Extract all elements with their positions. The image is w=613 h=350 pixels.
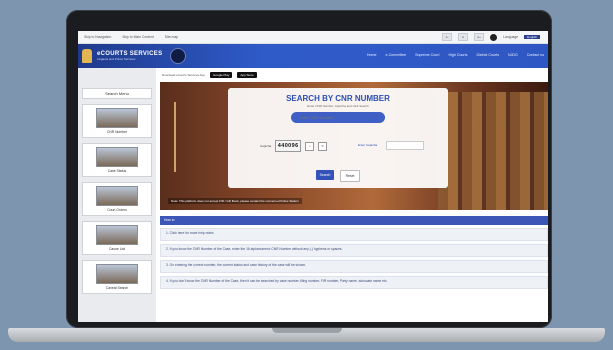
nav-district-courts[interactable]: District Courts	[476, 53, 499, 57]
captcha-image: 440096	[275, 140, 302, 152]
nav-high-courts[interactable]: High Courts	[448, 53, 467, 57]
magnifier-icon	[96, 264, 138, 284]
utility-bar: Skip to Navigation Skip to Main Content …	[78, 31, 548, 44]
main-nav: Home e-Committee Supreme Court High Cour…	[367, 53, 544, 57]
skip-nav-link[interactable]: Skip to Navigation	[84, 35, 111, 39]
nav-contact[interactable]: Contact us	[527, 53, 544, 57]
court-building-icon	[96, 225, 138, 245]
court-building-icon	[96, 147, 138, 167]
sidebar-item-case-status[interactable]: Case Status	[82, 143, 152, 177]
search-menu-sidebar: Search Menu CNR Number Case Status Court…	[78, 68, 156, 322]
sidebar-item-caveat-search[interactable]: Caveat Search	[82, 260, 152, 294]
app-download-bar: Download eCourts Services App Google Pla…	[160, 68, 548, 82]
nav-home[interactable]: Home	[367, 53, 377, 57]
main-content: Download eCourts Services App Google Pla…	[160, 68, 548, 322]
sidebar-item-label: Case Status	[107, 169, 127, 173]
app-store-button[interactable]: App Store	[237, 72, 257, 78]
courtroom-icon	[96, 186, 138, 206]
utility-links: Skip to Navigation Skip to Main Content …	[84, 35, 188, 39]
sidebar-item-label: Cause List	[108, 247, 126, 251]
sidebar-item-label: Caveat Search	[105, 286, 129, 290]
ecourts-seal-icon	[170, 48, 187, 64]
search-button[interactable]: Search	[316, 170, 334, 180]
national-emblem-icon	[82, 49, 92, 63]
skip-content-link[interactable]: Skip to Main Content	[122, 35, 153, 39]
sidebar-item-court-orders[interactable]: Court Orders	[82, 182, 152, 216]
utility-controls: A- A A+ Language English	[442, 33, 540, 41]
reset-button[interactable]: Reset	[340, 170, 360, 182]
laptop-screen: Skip to Navigation Skip to Main Content …	[78, 31, 548, 322]
cnr-number-input[interactable]	[291, 112, 385, 123]
search-heading: SEARCH BY CNR NUMBER	[286, 94, 390, 103]
laptop-notch	[272, 328, 342, 333]
sidebar-item-cnr-number[interactable]: CNR Number	[82, 104, 152, 138]
language-select[interactable]: English	[524, 35, 540, 39]
sidebar-item-label: CNR Number	[106, 130, 128, 134]
sidebar-item-cause-list[interactable]: Cause List	[82, 221, 152, 255]
search-actions: Search Reset	[228, 170, 448, 182]
site-header: eCOURTS SERVICES Litigants and Police Se…	[78, 44, 548, 68]
captcha-row: Captcha 440096 ♪ ↻	[260, 140, 328, 152]
nav-supreme-court[interactable]: Supreme Court	[415, 53, 439, 57]
help-note: 2. If you know the CNR Number of the Cas…	[160, 244, 548, 257]
sidebar-item-label: Court Orders	[107, 208, 127, 212]
court-building-icon	[96, 108, 138, 128]
font-normal-button[interactable]: A	[458, 33, 469, 41]
font-decrease-button[interactable]: A-	[442, 33, 453, 41]
language-label: Language	[503, 35, 519, 39]
captcha-label: Captcha	[260, 144, 272, 148]
font-increase-button[interactable]: A+	[474, 33, 485, 41]
cnr-search-card: SEARCH BY CNR NUMBER Enter CNR Number, C…	[228, 88, 448, 188]
nav-ecommittee[interactable]: e-Committee	[386, 53, 407, 57]
captcha-input-label: Enter Captcha	[358, 143, 378, 147]
contrast-icon[interactable]	[490, 33, 498, 41]
brand[interactable]: eCOURTS SERVICES Litigants and Police Se…	[97, 51, 162, 61]
hero-notice: Note: This platform does not accept FIR …	[168, 198, 302, 204]
info-bar: How to	[160, 216, 548, 225]
app-download-text: Download eCourts Services App	[162, 73, 206, 77]
help-note[interactable]: 1. Click here for more help notes	[160, 228, 548, 241]
search-subtext: Enter CNR Number, Captcha and click Sear…	[307, 104, 369, 108]
help-note: 4. If you don't know the CNR Number of t…	[160, 276, 548, 289]
search-menu-title: Search Menu	[82, 88, 152, 99]
sitemap-link[interactable]: Site map	[165, 35, 178, 39]
nav-njdg[interactable]: NJDG	[508, 53, 518, 57]
scales-of-justice-image	[174, 102, 200, 172]
google-play-button[interactable]: Google Play	[210, 72, 233, 78]
refresh-icon[interactable]: ↻	[318, 141, 328, 151]
help-note: 3. On entering the correct number, the c…	[160, 260, 548, 273]
audio-icon[interactable]: ♪	[305, 141, 315, 151]
law-books-image	[438, 92, 548, 210]
hero-banner: SEARCH BY CNR NUMBER Enter CNR Number, C…	[160, 82, 548, 210]
brand-subtitle: Litigants and Police Services	[97, 57, 136, 61]
captcha-input[interactable]	[386, 141, 424, 150]
